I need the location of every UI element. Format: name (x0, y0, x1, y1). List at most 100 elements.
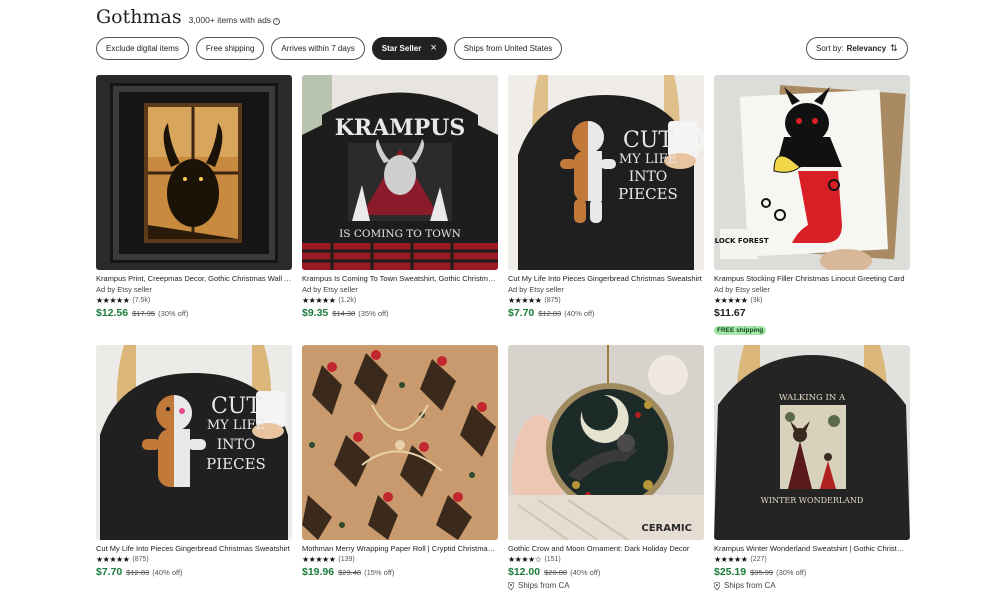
filter-star-seller[interactable]: Star Seller × (371, 37, 447, 60)
product-card[interactable]: CERAMIC Gothic Crow and Moon Ornament: D… (508, 345, 704, 590)
shirt-text-mylife: MY LIFE (207, 418, 265, 433)
product-title[interactable]: Cut My Life Into Pieces Gingerbread Chri… (96, 544, 292, 553)
rating: ★★★★☆ (151) (508, 555, 561, 564)
shirt-text-krampus: KRAMPUS (335, 115, 465, 141)
filter-arrives-7-days[interactable]: Arrives within 7 days (271, 37, 365, 60)
ships-from: Ships from CA (508, 581, 704, 590)
ad-label: Ad by Etsy seller (96, 285, 152, 294)
rating: ★★★★★ (7.5k) (96, 296, 151, 305)
brand-logo-text: BLOCK FOREST (714, 237, 769, 245)
star-rating-icon: ★★★★★ (96, 555, 130, 564)
location-pin-icon (508, 581, 514, 590)
shirt-text-mylife: MY LIFE (619, 152, 677, 167)
original-price: $14.38 (332, 309, 356, 318)
discount: (30% off) (158, 309, 189, 318)
discount: (15% off) (364, 568, 395, 577)
original-price: $12.83 (538, 309, 562, 318)
original-price: $12.83 (126, 568, 150, 577)
info-icon[interactable]: i (273, 18, 281, 25)
close-icon[interactable]: × (430, 43, 436, 54)
product-image[interactable] (96, 75, 292, 270)
product-image[interactable]: KRAMPUS IS COMING TO TOWN (302, 75, 498, 270)
rating: ★★★★★ (1.2k) (302, 296, 357, 305)
page-title: Gothmas (96, 6, 182, 28)
discount: (40% off) (570, 568, 601, 577)
price-row: $25.19 $35.99 (30% off) (714, 566, 910, 578)
product-card[interactable]: BLOCK FOREST Krampus Stocking Filler Chr… (714, 75, 910, 337)
product-card[interactable]: Krampus Print, Creepmas Decor, Gothic Ch… (96, 75, 292, 319)
search-header: Gothmas 3,000+ items with ads i (96, 6, 281, 28)
product-card[interactable]: Mothman Merry Wrapping Paper Roll | Cryp… (302, 345, 498, 578)
filter-bar: Exclude digital items Free shipping Arri… (96, 37, 563, 60)
product-title[interactable]: Gothic Crow and Moon Ornament: Dark Holi… (508, 544, 704, 553)
ad-label: Ad by Etsy seller (714, 285, 770, 294)
product-title[interactable]: Krampus Stocking Filler Christmas Linocu… (714, 274, 910, 283)
star-rating-icon: ★★★★★ (96, 296, 130, 305)
shirt-text-into: INTO (629, 169, 668, 185)
rating: ★★★★★ (139) (302, 555, 355, 564)
price-row: $19.96 $23.48 (15% off) (302, 566, 498, 578)
product-title[interactable]: Cut My Life Into Pieces Gingerbread Chri… (508, 274, 704, 283)
sale-price: $19.96 (302, 566, 335, 578)
product-image[interactable]: CUT MY LIFE INTO PIECES (508, 75, 704, 270)
price: $11.67 (714, 307, 746, 319)
price-row: $11.67 (714, 307, 910, 319)
filter-ships-from-us[interactable]: Ships from United States (453, 37, 563, 60)
discount: (30% off) (776, 568, 807, 577)
product-title[interactable]: Mothman Merry Wrapping Paper Roll | Cryp… (302, 544, 498, 553)
free-shipping-badge: FREE shipping (714, 326, 767, 335)
price-row: $7.70 $12.83 (40% off) (96, 566, 292, 578)
shirt-text-pieces: PIECES (618, 185, 678, 203)
product-image[interactable]: WALKING IN A WINTER WONDERLAND (714, 345, 910, 540)
rating: ★★★★★ (3k) (714, 296, 763, 305)
product-card[interactable]: KRAMPUS IS COMING TO TOWN Krampus Is Com… (302, 75, 498, 319)
product-title[interactable]: Krampus Is Coming To Town Sweatshirt, Go… (302, 274, 498, 283)
watermark-text: CERAMIC (641, 523, 692, 534)
filter-free-shipping[interactable]: Free shipping (195, 37, 265, 60)
star-rating-icon: ★★★★★ (714, 555, 748, 564)
shirt-text-cut: CUT (211, 394, 261, 419)
shirt-text-coming: IS COMING TO TOWN (339, 228, 461, 240)
price-row: $12.00 $20.00 (40% off) (508, 566, 704, 578)
filter-exclude-digital[interactable]: Exclude digital items (96, 37, 189, 60)
star-rating-icon: ★★★★★ (714, 296, 748, 305)
star-rating-icon: ★★★★★ (302, 555, 336, 564)
product-image[interactable]: CERAMIC (508, 345, 704, 540)
sale-price: $25.19 (714, 566, 747, 578)
product-card[interactable]: WALKING IN A WINTER WONDERLAND Krampus W… (714, 345, 910, 590)
shirt-text-cut: CUT (623, 128, 673, 153)
star-rating-icon: ★★★★★ (302, 296, 336, 305)
ad-label: Ad by Etsy seller (302, 285, 358, 294)
shirt-text-pieces: PIECES (206, 455, 266, 473)
product-title[interactable]: Krampus Winter Wonderland Sweatshirt | G… (714, 544, 910, 553)
sale-price: $12.56 (96, 307, 129, 319)
shirt-text-walking: WALKING IN A (779, 393, 846, 403)
ad-label: Ad by Etsy seller (508, 285, 564, 294)
shirt-text-into: INTO (217, 437, 256, 453)
sort-arrows-icon: ⇅ (890, 43, 898, 53)
product-image[interactable]: BLOCK FOREST (714, 75, 910, 270)
star-rating-icon: ★★★★☆ (508, 555, 542, 564)
star-rating-icon: ★★★★★ (508, 296, 542, 305)
sale-price: $7.70 (96, 566, 123, 578)
original-price: $17.95 (132, 309, 156, 318)
result-count: 3,000+ items with ads i (189, 15, 281, 25)
rating: ★★★★★ (875) (508, 296, 561, 305)
product-image[interactable] (302, 345, 498, 540)
rating: ★★★★★ (227) (714, 555, 767, 564)
sale-price: $9.35 (302, 307, 329, 319)
price-row: $9.35 $14.38 (35% off) (302, 307, 498, 319)
product-card[interactable]: CUT MY LIFE INTO PIECES Cut My Life Into… (96, 345, 292, 578)
original-price: $35.99 (750, 568, 774, 577)
rating: ★★★★★ (875) (96, 555, 149, 564)
original-price: $23.48 (338, 568, 362, 577)
product-image[interactable]: CUT MY LIFE INTO PIECES (96, 345, 292, 540)
price-row: $12.56 $17.95 (30% off) (96, 307, 292, 319)
product-card[interactable]: CUT MY LIFE INTO PIECES Cut My Life Into… (508, 75, 704, 319)
shirt-text-wonderland: WINTER WONDERLAND (761, 496, 864, 505)
sort-dropdown[interactable]: Sort by: Relevancy ⇅ (806, 37, 908, 60)
location-pin-icon (714, 581, 720, 590)
sale-price: $7.70 (508, 307, 535, 319)
product-title[interactable]: Krampus Print, Creepmas Decor, Gothic Ch… (96, 274, 292, 283)
discount: (40% off) (152, 568, 183, 577)
